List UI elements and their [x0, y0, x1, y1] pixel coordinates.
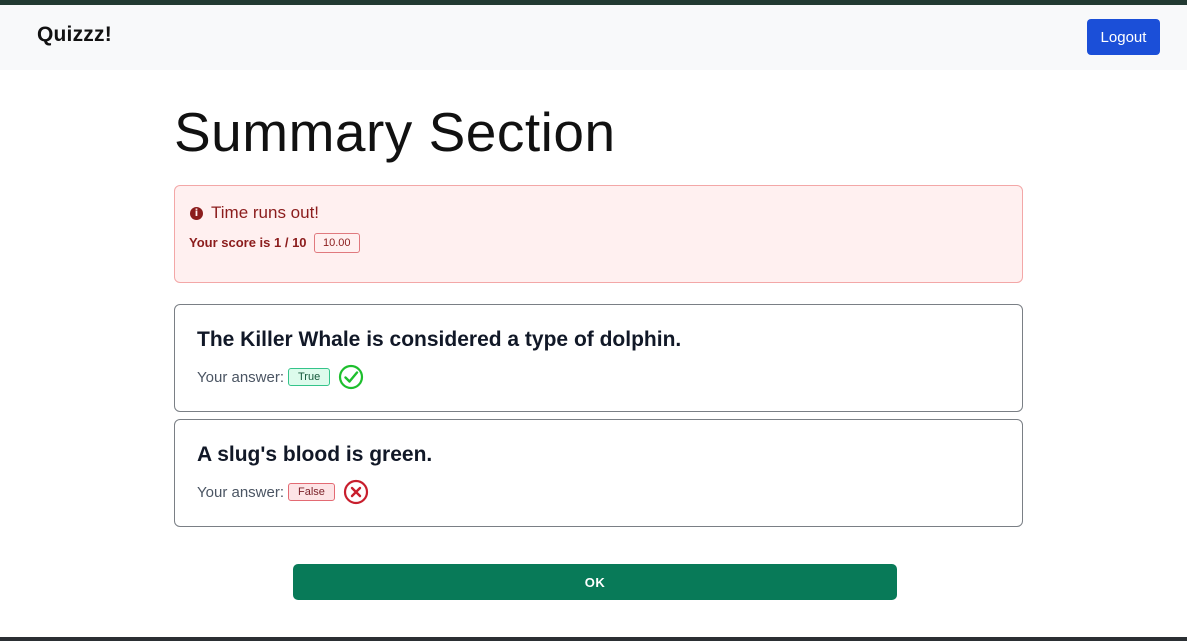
answer-label: Your answer:: [197, 368, 284, 386]
question-card: A slug's blood is green. Your answer: Fa…: [174, 419, 1023, 527]
score-text: Your score is 1 / 10: [189, 235, 307, 250]
check-circle-icon: [339, 364, 364, 390]
info-icon: i: [190, 207, 203, 220]
x-circle-icon: [343, 479, 369, 505]
answer-row: Your answer: False: [197, 478, 369, 506]
logout-button[interactable]: Logout: [1087, 19, 1160, 55]
alert-message: Time runs out!: [211, 203, 320, 222]
question-text: The Killer Whale is considered a type of…: [197, 328, 682, 351]
score-badge: 10.00: [314, 233, 360, 253]
answer-row: Your answer: True: [197, 363, 364, 391]
page-title: Summary Section: [174, 101, 616, 163]
question-card: The Killer Whale is considered a type of…: [174, 304, 1023, 412]
answer-badge: False: [288, 483, 335, 501]
bottom-border: [0, 637, 1187, 641]
time-out-alert: i Time runs out! Your score is 1 / 10 10…: [174, 185, 1023, 283]
answer-label: Your answer:: [197, 483, 284, 501]
answer-badge: True: [288, 368, 331, 386]
brand-logo[interactable]: Quizzz!: [37, 23, 112, 47]
question-text: A slug's blood is green.: [197, 443, 433, 466]
navbar: Quizzz! Logout: [0, 5, 1187, 70]
ok-button[interactable]: OK: [293, 564, 897, 600]
